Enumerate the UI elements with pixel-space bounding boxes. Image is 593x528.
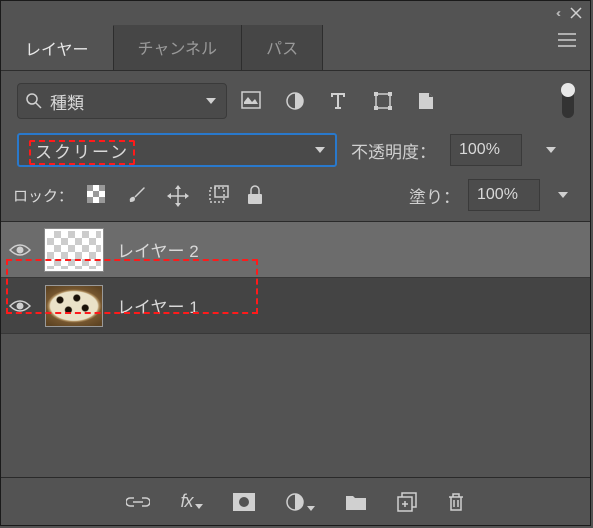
filter-kind-label: 種類 bbox=[50, 89, 206, 114]
filter-pixel-icon[interactable] bbox=[241, 91, 261, 111]
opacity-chevron[interactable] bbox=[540, 134, 562, 166]
filter-kind-dropdown[interactable]: 種類 bbox=[17, 83, 227, 119]
lock-position-icon[interactable] bbox=[167, 185, 187, 205]
layer-row[interactable]: レイヤー 2 bbox=[1, 222, 590, 278]
tab-paths[interactable]: パス bbox=[242, 25, 323, 70]
layer-mask-icon[interactable] bbox=[233, 493, 255, 511]
opacity-input[interactable]: 100% bbox=[450, 134, 522, 166]
lock-label: ロック： bbox=[13, 185, 73, 206]
filter-shape-icon[interactable] bbox=[373, 91, 393, 111]
lock-brush-icon[interactable] bbox=[127, 185, 147, 205]
tab-channels[interactable]: チャンネル bbox=[114, 25, 243, 70]
delete-layer-icon[interactable] bbox=[447, 492, 465, 512]
visibility-toggle[interactable] bbox=[9, 298, 31, 314]
filter-toggle[interactable] bbox=[562, 84, 574, 118]
chevron-down-icon bbox=[206, 98, 216, 104]
blend-mode-value: スクリーン bbox=[29, 138, 315, 163]
lock-artboard-icon[interactable] bbox=[207, 185, 227, 205]
layers-list: レイヤー 2 レイヤー 1 bbox=[1, 221, 590, 334]
layer-thumbnail[interactable] bbox=[45, 285, 103, 327]
visibility-toggle[interactable] bbox=[9, 242, 31, 258]
layer-row[interactable]: レイヤー 1 bbox=[1, 278, 590, 334]
fill-chevron[interactable] bbox=[552, 179, 574, 211]
fill-input[interactable]: 100% bbox=[468, 179, 540, 211]
filter-type-icon[interactable] bbox=[329, 91, 349, 111]
lock-transparency-icon[interactable] bbox=[87, 185, 107, 205]
group-icon[interactable] bbox=[345, 493, 367, 511]
layer-thumbnail[interactable] bbox=[45, 229, 103, 271]
link-layers-icon[interactable] bbox=[126, 495, 150, 509]
collapse-icon[interactable]: ‹‹ bbox=[556, 6, 558, 20]
tab-layers[interactable]: レイヤー bbox=[1, 25, 114, 70]
close-icon[interactable] bbox=[570, 7, 582, 19]
adjustment-layer-icon[interactable] bbox=[285, 492, 315, 512]
search-icon bbox=[26, 93, 42, 109]
layer-style-icon[interactable]: fx bbox=[180, 491, 202, 512]
new-layer-icon[interactable] bbox=[397, 492, 417, 512]
layer-name[interactable]: レイヤー 2 bbox=[117, 237, 199, 262]
blend-mode-dropdown[interactable]: スクリーン bbox=[17, 133, 337, 167]
panel-menu-icon[interactable] bbox=[544, 25, 590, 70]
fill-label: 塗り： bbox=[409, 183, 460, 208]
lock-all-icon[interactable] bbox=[247, 185, 267, 205]
layer-name[interactable]: レイヤー 1 bbox=[117, 293, 199, 318]
filter-smartobject-icon[interactable] bbox=[417, 91, 437, 111]
filter-adjustment-icon[interactable] bbox=[285, 91, 305, 111]
opacity-label: 不透明度： bbox=[351, 138, 436, 163]
chevron-down-icon bbox=[315, 147, 325, 153]
